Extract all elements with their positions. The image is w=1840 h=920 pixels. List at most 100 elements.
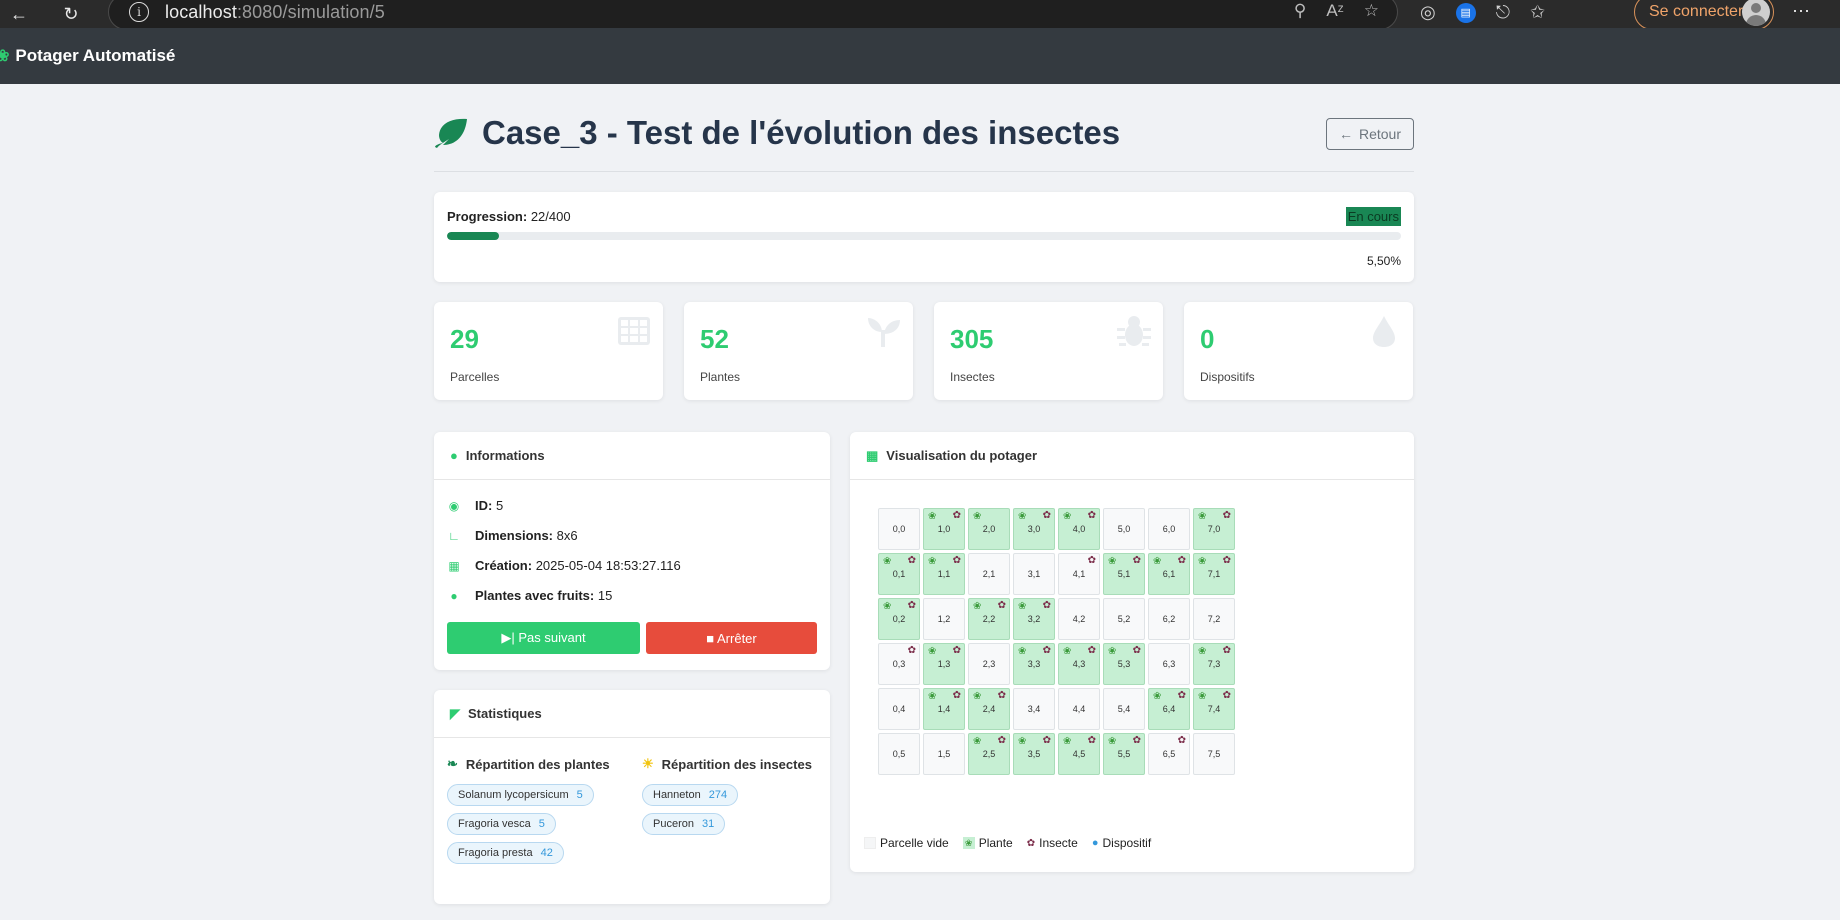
garden-cell[interactable]: 3,4 <box>1013 688 1055 730</box>
favorite-star-icon[interactable]: ☆ <box>1364 1 1379 21</box>
garden-cell[interactable]: 6,2 <box>1148 598 1190 640</box>
plants-distribution-title: ❧ Répartition des plantes <box>447 756 610 772</box>
garden-cell[interactable]: 0,0 <box>878 508 920 550</box>
garden-cell[interactable]: 2,1 <box>968 553 1010 595</box>
garden-cell[interactable]: ❀ ✿ 4,3 <box>1058 643 1100 685</box>
progress-label: Progression: 22/400 <box>447 209 571 224</box>
cell-label: 5,0 <box>1117 524 1131 534</box>
statistics-card-title: Statistiques <box>468 706 542 721</box>
garden-cell[interactable]: ❀ ✿ 5,5 <box>1103 733 1145 775</box>
bug-icon: ✿ <box>952 645 961 656</box>
garden-cell[interactable]: 2,3 <box>968 643 1010 685</box>
garden-cell[interactable]: 7,2 <box>1193 598 1235 640</box>
garden-cell[interactable]: 7,5 <box>1193 733 1235 775</box>
garden-cell[interactable]: ❀ ✿ 6,4 <box>1148 688 1190 730</box>
garden-cell[interactable]: ✿ 6,5 <box>1148 733 1190 775</box>
main-container: Case_3 - Test de l'évolution des insecte… <box>434 84 1414 904</box>
garden-cell[interactable]: ❀ ✿ 0,2 <box>878 598 920 640</box>
garden-cell[interactable]: ❀ ✿ 5,1 <box>1103 553 1145 595</box>
progress-card: Progression: 22/400 En cours 5,50% <box>434 192 1414 282</box>
seedling-icon: ❀ <box>0 48 10 65</box>
garden-cell[interactable]: 6,0 <box>1148 508 1190 550</box>
garden-cell[interactable]: 3,1 <box>1013 553 1055 595</box>
garden-cell[interactable]: ❀ ✿ 2,4 <box>968 688 1010 730</box>
cell-label: 7,4 <box>1207 704 1221 714</box>
cell-label: 2,5 <box>982 749 996 759</box>
stop-button[interactable]: ■ Arrêter <box>646 622 817 654</box>
plant-pill: Fragoria presta 42 <box>447 842 564 864</box>
signin-button[interactable]: Se connecter <box>1634 0 1774 30</box>
next-step-button[interactable]: ▶| Pas suivant <box>447 622 640 654</box>
cell-label: 0,4 <box>892 704 906 714</box>
plants-distribution: ❧ Répartition des plantes Solanum lycope… <box>447 756 610 871</box>
garden-cell[interactable]: 5,0 <box>1103 508 1145 550</box>
garden-cell[interactable]: ❀ ✿ 7,0 <box>1193 508 1235 550</box>
plant-icon: ❀ <box>1198 556 1207 567</box>
info-row-text: Plantes avec fruits: 15 <box>475 588 613 603</box>
cell-label: 0,3 <box>892 659 906 669</box>
garden-cell[interactable]: 4,4 <box>1058 688 1100 730</box>
plant-icon: ❀ <box>1063 736 1072 747</box>
garden-cell[interactable]: ❀ 2,0 <box>968 508 1010 550</box>
back-arrow-icon[interactable]: ← <box>6 1 32 27</box>
favorites-icon[interactable]: ✩ <box>1530 2 1545 23</box>
info-icon[interactable]: i <box>129 2 149 22</box>
garden-cell[interactable]: 6,3 <box>1148 643 1190 685</box>
stat-card-insectes: 305 Insectes <box>934 302 1163 400</box>
reload-icon[interactable]: ↻ <box>58 1 84 27</box>
cell-label: 4,4 <box>1072 704 1086 714</box>
document-icon[interactable]: ▤ <box>1455 2 1476 23</box>
zoom-out-icon[interactable]: ⚲ <box>1294 1 1306 21</box>
garden-cell[interactable]: ❀ ✿ 1,0 <box>923 508 965 550</box>
more-options-icon[interactable]: ⋯ <box>1792 1 1810 22</box>
fingerprint-icon: ◉ <box>448 498 460 513</box>
garden-cell[interactable]: 5,4 <box>1103 688 1145 730</box>
garden-cell[interactable]: ❀ ✿ 4,0 <box>1058 508 1100 550</box>
next-step-label: Pas suivant <box>518 630 586 645</box>
garden-cell[interactable]: 1,5 <box>923 733 965 775</box>
garden-cell[interactable]: 4,2 <box>1058 598 1100 640</box>
garden-cell[interactable]: ❀ ✿ 1,1 <box>923 553 965 595</box>
cell-label: 2,3 <box>982 659 996 669</box>
garden-cell[interactable]: ❀ ✿ 7,1 <box>1193 553 1235 595</box>
garden-cell[interactable]: ❀ ✿ 2,5 <box>968 733 1010 775</box>
stat-value: 0 <box>1200 324 1215 354</box>
garden-cell[interactable]: ❀ ✿ 2,2 <box>968 598 1010 640</box>
bug-icon: ✿ <box>1222 510 1231 521</box>
grid-icon <box>618 317 650 345</box>
garden-cell[interactable]: ❀ ✿ 0,1 <box>878 553 920 595</box>
statistics-card-header: ◤ Statistiques <box>434 690 830 738</box>
extensions-icon[interactable]: ⎋ <box>1496 2 1510 23</box>
garden-cell[interactable]: ❀ ✿ 3,5 <box>1013 733 1055 775</box>
back-button[interactable]: ← Retour <box>1325 118 1414 150</box>
garden-cell[interactable]: ❀ ✿ 3,3 <box>1013 643 1055 685</box>
brand-link[interactable]: ❀ Potager Automatisé <box>0 46 175 66</box>
read-aloud-icon[interactable]: Aᶻ <box>1326 1 1343 21</box>
garden-cell[interactable]: ❀ ✿ 6,1 <box>1148 553 1190 595</box>
plant-icon: ❀ <box>1063 511 1072 522</box>
plant-icon: ❀ <box>1063 646 1072 657</box>
garden-cell[interactable]: ❀ ✿ 3,0 <box>1013 508 1055 550</box>
garden-cell[interactable]: 1,2 <box>923 598 965 640</box>
garden-cell[interactable]: 5,2 <box>1103 598 1145 640</box>
cell-label: 5,4 <box>1117 704 1131 714</box>
garden-cell[interactable]: ✿ 4,1 <box>1058 553 1100 595</box>
cell-label: 2,2 <box>982 614 996 624</box>
bug-icon: ✿ <box>1087 735 1096 746</box>
tracking-icon[interactable]: ◎ <box>1420 2 1436 23</box>
back-label: Retour <box>1358 126 1401 142</box>
garden-cell[interactable]: ❀ ✿ 4,5 <box>1058 733 1100 775</box>
garden-cell[interactable]: ❀ ✿ 7,3 <box>1193 643 1235 685</box>
bug-icon: ✿ <box>1042 600 1051 611</box>
garden-cell[interactable]: ❀ ✿ 5,3 <box>1103 643 1145 685</box>
garden-cell[interactable]: ❀ ✿ 3,2 <box>1013 598 1055 640</box>
plant-icon: ❀ <box>973 691 982 702</box>
garden-cell[interactable]: ❀ ✿ 1,3 <box>923 643 965 685</box>
address-bar[interactable]: i localhost:8080/simulation/5 ⚲ Aᶻ ☆ <box>108 0 1398 30</box>
garden-cell[interactable]: 0,5 <box>878 733 920 775</box>
garden-cell[interactable]: ❀ ✿ 7,4 <box>1193 688 1235 730</box>
garden-cell[interactable]: ❀ ✿ 1,4 <box>923 688 965 730</box>
bug-icon: ✿ <box>952 510 961 521</box>
garden-cell[interactable]: 0,4 <box>878 688 920 730</box>
garden-cell[interactable]: ✿ 0,3 <box>878 643 920 685</box>
